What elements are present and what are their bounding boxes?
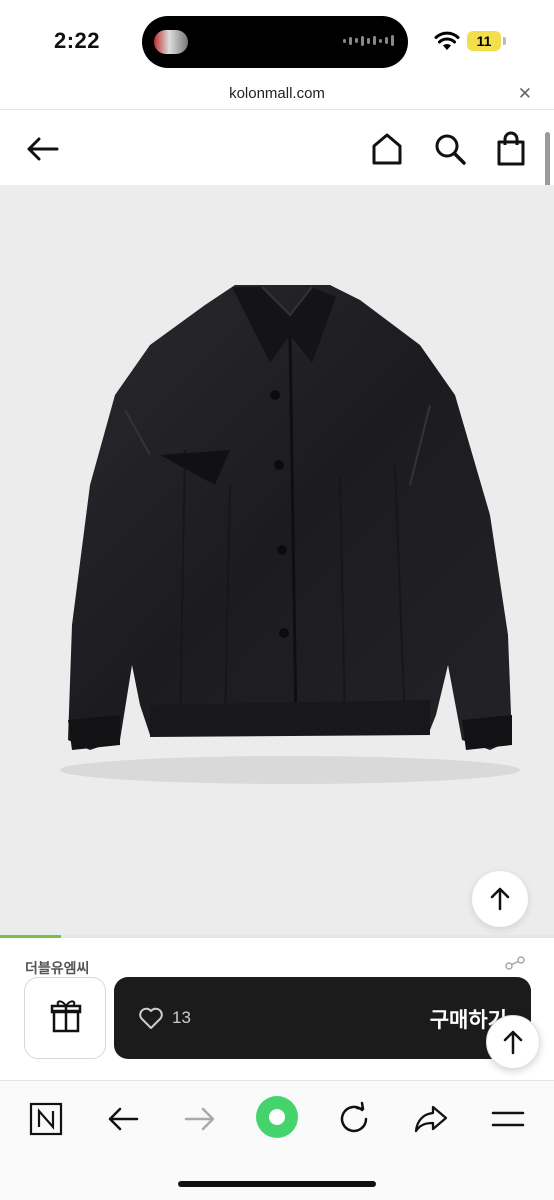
- audio-wave-icon: [343, 35, 394, 46]
- share-icon[interactable]: [503, 956, 527, 976]
- jacket-image: [60, 285, 520, 784]
- heart-icon[interactable]: [138, 1006, 164, 1030]
- status-time: 2:22: [54, 28, 101, 53]
- scroll-to-top-floating-button[interactable]: [486, 1015, 540, 1069]
- site-header: [0, 111, 554, 185]
- refresh-icon[interactable]: [334, 1099, 374, 1139]
- scroll-to-top-button[interactable]: [472, 871, 528, 927]
- wifi-icon: [434, 31, 460, 50]
- share-arrow-icon[interactable]: [411, 1099, 451, 1139]
- close-icon[interactable]: ✕: [518, 84, 532, 104]
- search-icon[interactable]: [432, 131, 468, 167]
- like-count: 13: [172, 1008, 191, 1027]
- product-image[interactable]: [0, 185, 554, 938]
- gift-button[interactable]: [24, 977, 106, 1059]
- now-playing-thumbnail: [154, 30, 188, 54]
- green-dot-icon[interactable]: [255, 1095, 299, 1139]
- battery-tip: [503, 37, 506, 45]
- forward-arrow-icon[interactable]: [180, 1099, 220, 1139]
- naver-n-icon[interactable]: [26, 1099, 66, 1139]
- dynamic-island[interactable]: [142, 16, 408, 68]
- status-bar: 2:22 11: [0, 0, 554, 80]
- back-arrow-icon[interactable]: [103, 1099, 143, 1139]
- buy-bar[interactable]: 13 구매하기: [114, 977, 531, 1059]
- home-icon[interactable]: [369, 131, 405, 167]
- arrow-up-icon: [503, 1030, 523, 1055]
- url-bar[interactable]: kolonmall.com ✕: [0, 80, 554, 110]
- menu-icon[interactable]: [488, 1099, 528, 1139]
- battery-indicator: 11: [467, 31, 501, 51]
- arrow-left-icon[interactable]: [25, 131, 61, 167]
- brand-name[interactable]: 더블유엠씨: [25, 958, 89, 978]
- shopping-bag-icon[interactable]: [493, 131, 529, 167]
- image-progress-bar: [0, 935, 554, 938]
- home-indicator[interactable]: [178, 1181, 376, 1187]
- arrow-up-icon: [490, 887, 510, 911]
- url-text[interactable]: kolonmall.com: [0, 85, 554, 102]
- image-progress-fill: [0, 935, 61, 938]
- gift-icon: [50, 1000, 82, 1033]
